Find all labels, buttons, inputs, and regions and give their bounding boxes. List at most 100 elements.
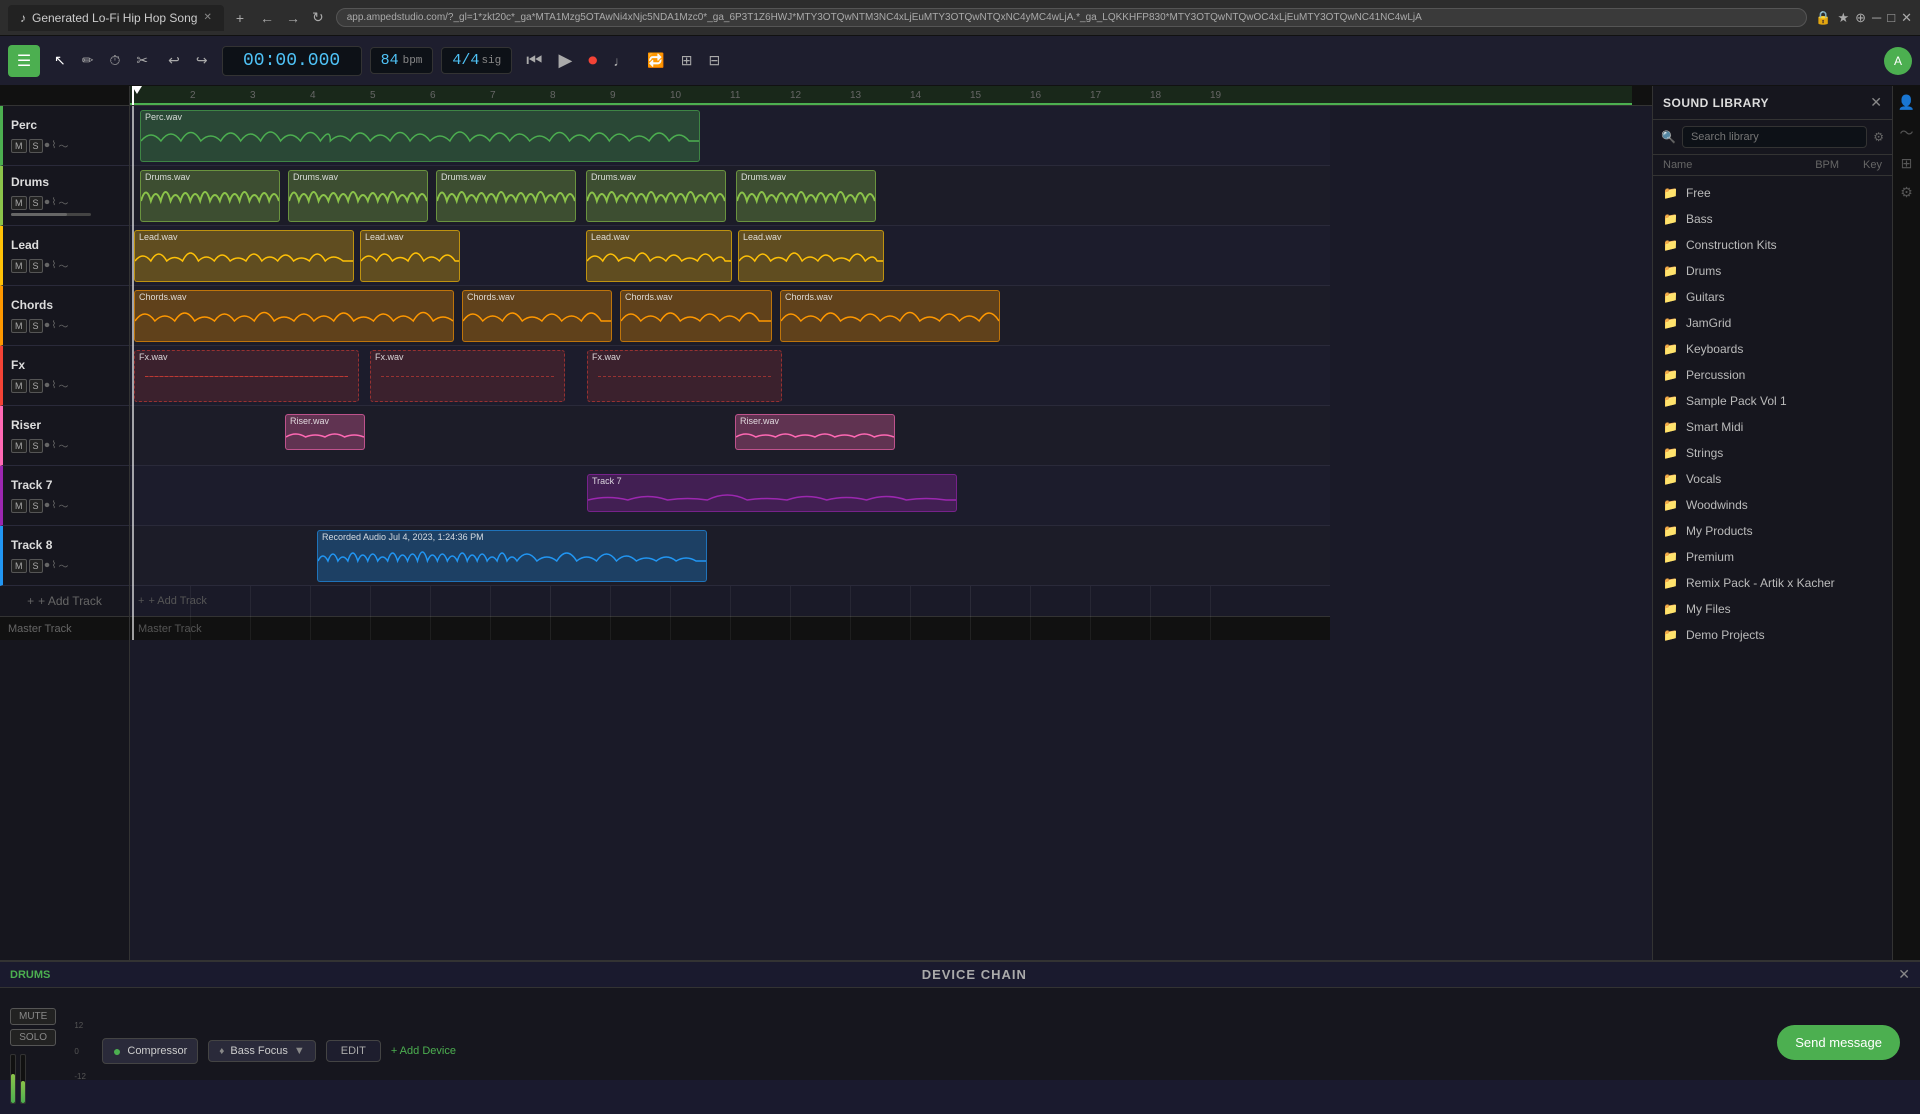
expand-icon-track8[interactable]: 〜 [58, 558, 68, 573]
maximize-btn[interactable]: □ [1887, 10, 1895, 25]
automation-icon-perc[interactable]: ⌇ [52, 140, 57, 151]
solo-btn-track7[interactable]: S [29, 499, 43, 513]
profile-btn[interactable]: ⊕ [1855, 10, 1866, 26]
automation-icon-chords[interactable]: ⌇ [52, 320, 57, 331]
redo-btn[interactable]: ↪ [190, 48, 214, 73]
scissors-tool-btn[interactable]: ✂ [130, 48, 154, 73]
library-item-8[interactable]: 📁Sample Pack Vol 1 [1653, 388, 1892, 414]
clip-lead-3[interactable]: Lead.wav [586, 230, 732, 282]
minimize-btn[interactable]: ─ [1872, 10, 1881, 25]
clock-tool-btn[interactable]: ⏱ [103, 48, 126, 73]
mute-btn-track8[interactable]: M [11, 559, 27, 573]
record-arm-icon-perc[interactable]: ⏺ [45, 140, 50, 151]
library-item-7[interactable]: 📁Percussion [1653, 362, 1892, 388]
tracks-scroll-area[interactable]: Perc.wav Drums.wav [130, 106, 1652, 1068]
clip-chords-4[interactable]: Chords.wav [780, 290, 1000, 342]
clip-fx-3[interactable]: Fx.wav [587, 350, 782, 402]
clip-fx-2[interactable]: Fx.wav [370, 350, 565, 402]
automation-icon-drums[interactable]: ⌇ [52, 197, 57, 208]
expand-icon-lead[interactable]: 〜 [58, 258, 68, 273]
search-input[interactable] [1682, 126, 1867, 148]
automation-icon-track8[interactable]: ⌇ [52, 560, 57, 571]
solo-btn-riser[interactable]: S [29, 439, 43, 453]
clip-lead-4[interactable]: Lead.wav [738, 230, 884, 282]
library-item-10[interactable]: 📁Strings [1653, 440, 1892, 466]
solo-btn-lead[interactable]: S [29, 259, 43, 273]
clip-chords-3[interactable]: Chords.wav [620, 290, 772, 342]
expand-icon-chords[interactable]: 〜 [58, 318, 68, 333]
library-item-4[interactable]: 📁Guitars [1653, 284, 1892, 310]
library-item-5[interactable]: 📁JamGrid [1653, 310, 1892, 336]
library-item-0[interactable]: 📁Free [1653, 180, 1892, 206]
library-item-14[interactable]: 📁Premium [1653, 544, 1892, 570]
automation-icon-riser[interactable]: ⌇ [52, 440, 57, 451]
filter-icon[interactable]: ⚙ [1873, 130, 1884, 144]
play-btn[interactable]: ▶ [552, 46, 578, 75]
solo-btn-chords[interactable]: S [29, 319, 43, 333]
library-item-9[interactable]: 📁Smart Midi [1653, 414, 1892, 440]
library-item-16[interactable]: 📁My Files [1653, 596, 1892, 622]
library-item-11[interactable]: 📁Vocals [1653, 466, 1892, 492]
mute-btn-riser[interactable]: M [11, 439, 27, 453]
clip-drums-4[interactable]: Drums.wav [586, 170, 726, 222]
user-profile-btn[interactable]: A [1884, 47, 1912, 75]
right-icon-wave-btn[interactable]: 〜 [1900, 123, 1914, 143]
library-item-3[interactable]: 📁Drums [1653, 258, 1892, 284]
expand-icon-drums[interactable]: 〜 [58, 195, 68, 210]
right-icon-grid-btn[interactable]: ⊞ [1901, 155, 1913, 172]
expand-icon-track7[interactable]: 〜 [58, 498, 68, 513]
clip-riser-1[interactable]: Riser.wav [285, 414, 365, 450]
menu-button[interactable]: ☰ [8, 45, 40, 77]
edit-device-btn[interactable]: EDIT [326, 1040, 381, 1062]
mute-btn-chords[interactable]: M [11, 319, 27, 333]
automation-icon-track7[interactable]: ⌇ [52, 500, 57, 511]
record-arm-icon-riser[interactable]: ⏺ [45, 440, 50, 451]
right-icon-settings-btn[interactable]: ⚙ [1900, 184, 1913, 201]
browser-tab[interactable]: ♪ Generated Lo-Fi Hip Hop Song ✕ [8, 5, 224, 31]
expand-icon-perc[interactable]: 〜 [58, 138, 68, 153]
mute-btn-fx[interactable]: M [11, 379, 27, 393]
refresh-btn[interactable]: ↻ [308, 7, 328, 28]
library-item-2[interactable]: 📁Construction Kits [1653, 232, 1892, 258]
solo-btn-fx[interactable]: S [29, 379, 43, 393]
clip-drums-5[interactable]: Drums.wav [736, 170, 876, 222]
clip-drums-2[interactable]: Drums.wav [288, 170, 428, 222]
compressor-device[interactable]: ● Compressor [102, 1038, 198, 1064]
expand-icon-riser[interactable]: 〜 [58, 438, 68, 453]
mute-btn-track7[interactable]: M [11, 499, 27, 513]
go-start-btn[interactable]: ⏮ [520, 46, 548, 75]
metronome-btn[interactable]: ♩ [607, 49, 633, 73]
library-item-6[interactable]: 📁Keyboards [1653, 336, 1892, 362]
add-track-btn[interactable]: + + Add Track [0, 586, 129, 616]
pencil-tool-btn[interactable]: ✏ [76, 48, 100, 73]
clip-drums-1[interactable]: Drums.wav [140, 170, 280, 222]
record-arm-icon-track8[interactable]: ⏺ [45, 560, 50, 571]
record-arm-icon-drums[interactable]: ⏺ [45, 197, 50, 208]
bpm-display[interactable]: 84 bpm [370, 47, 434, 74]
library-item-12[interactable]: 📁Woodwinds [1653, 492, 1892, 518]
solo-btn-drums[interactable]: S [29, 196, 43, 210]
automation-icon-lead[interactable]: ⌇ [52, 260, 57, 271]
right-icon-user-btn[interactable]: 👤 [1898, 94, 1915, 111]
bookmark-btn[interactable]: ★ [1837, 10, 1849, 26]
forward-btn[interactable]: → [282, 8, 304, 28]
clip-chords-1[interactable]: Chords.wav [134, 290, 454, 342]
bass-focus-device[interactable]: ♦ Bass Focus ▼ [208, 1040, 315, 1062]
clip-lead-2[interactable]: Lead.wav [360, 230, 460, 282]
grid-btn[interactable]: ⊟ [702, 48, 726, 73]
extensions-btn[interactable]: 🔒 [1815, 10, 1831, 26]
close-window-btn[interactable]: ✕ [1901, 10, 1912, 26]
tab-close-btn[interactable]: ✕ [203, 12, 211, 23]
library-item-17[interactable]: 📁Demo Projects [1653, 622, 1892, 648]
send-message-btn[interactable]: Send message [1777, 1025, 1900, 1060]
loop-btn[interactable]: 🔁 [641, 48, 670, 73]
library-item-1[interactable]: 📁Bass [1653, 206, 1892, 232]
clip-perc-1[interactable]: Perc.wav [140, 110, 700, 162]
library-close-btn[interactable]: ✕ [1870, 94, 1882, 111]
record-arm-icon-lead[interactable]: ⏺ [45, 260, 50, 271]
select-tool-btn[interactable]: ↖ [48, 48, 72, 73]
expand-icon-fx[interactable]: 〜 [58, 378, 68, 393]
automation-icon-fx[interactable]: ⌇ [52, 380, 57, 391]
clip-track7-1[interactable]: Track 7 [587, 474, 957, 512]
clip-fx-1[interactable]: Fx.wav [134, 350, 359, 402]
